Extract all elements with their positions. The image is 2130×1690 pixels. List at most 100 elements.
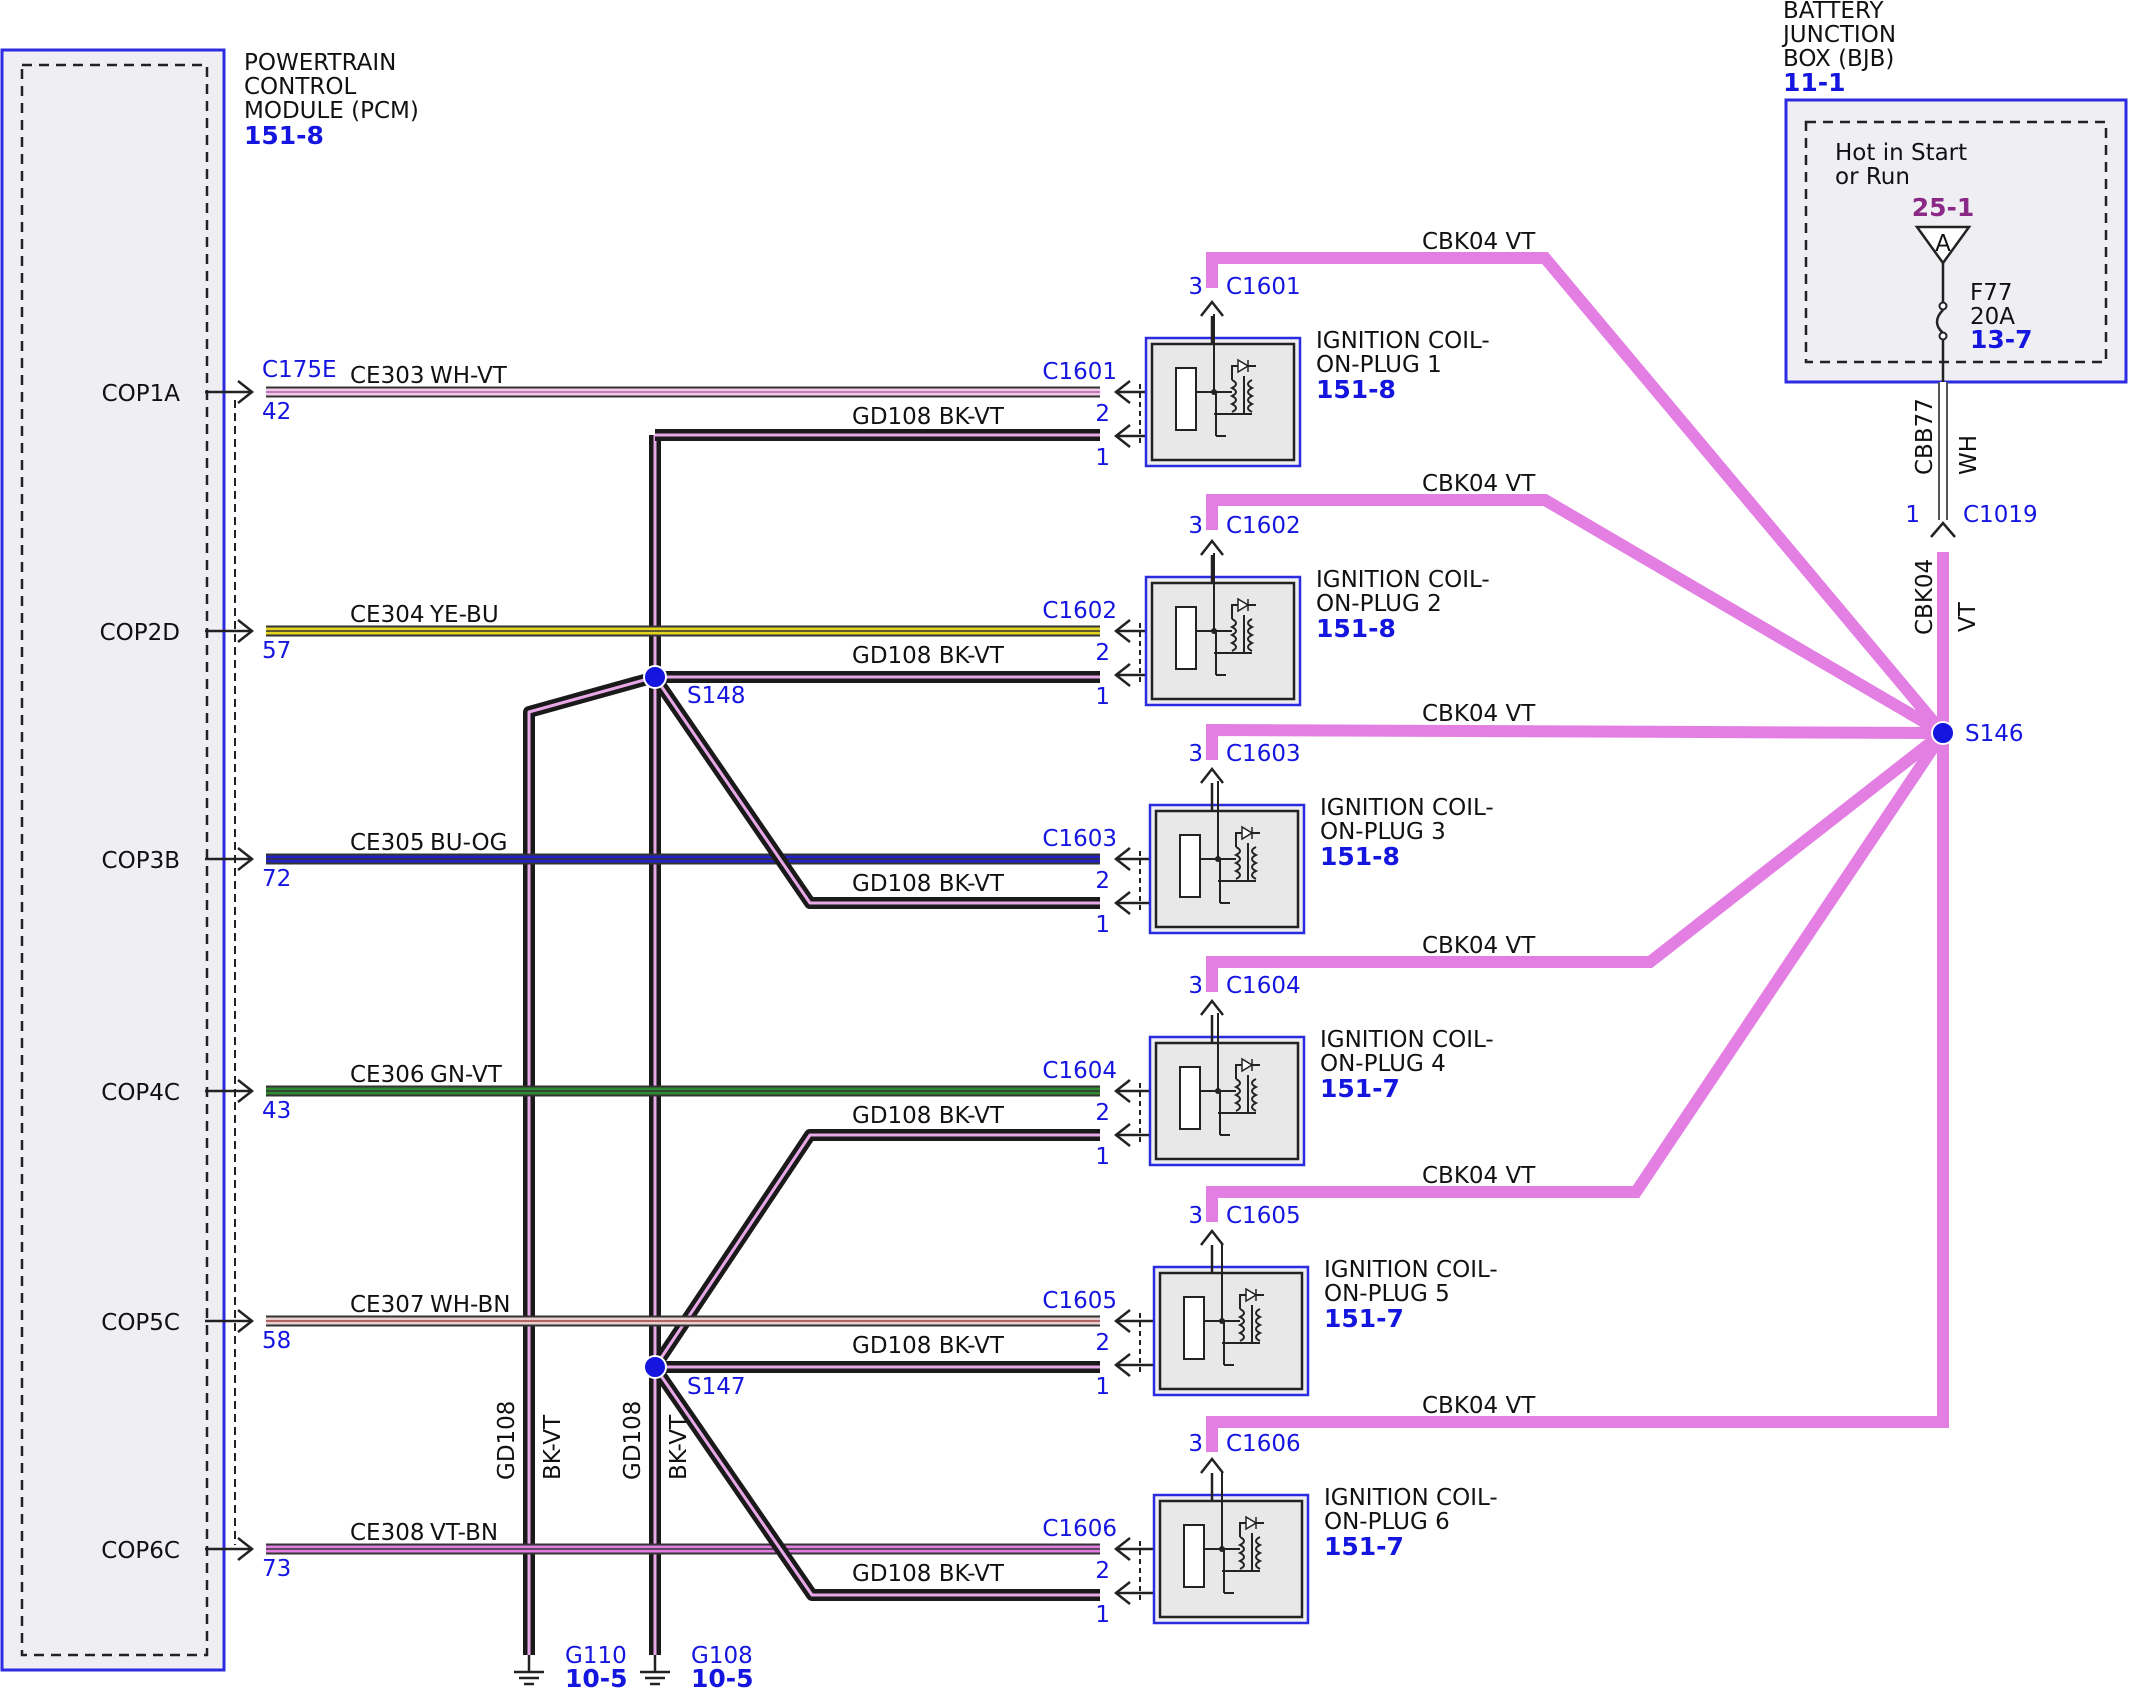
g110-trunk-circuit: GD108 <box>494 1401 520 1480</box>
pcm-signal-cop4: COP4C <box>101 1080 180 1106</box>
ignition-coil-2[interactable] <box>1144 553 1302 707</box>
wire-ce306-color: GN-VT <box>430 1062 503 1088</box>
ground-trunk-g110[interactable] <box>523 671 657 1655</box>
coil-1-name-line-1: IGNITION COIL- <box>1316 328 1490 354</box>
wire-ce307-color: WH-BN <box>430 1292 511 1318</box>
ground-g108-ref[interactable]: 10-5 <box>691 1664 754 1690</box>
connector-c1604-power-label[interactable]: C1604 <box>1226 973 1301 999</box>
coil-2-ref[interactable]: 151-8 <box>1316 614 1396 643</box>
ground-g110-ref[interactable]: 10-5 <box>565 1664 628 1690</box>
connector-c1606-power-label[interactable]: C1606 <box>1226 1431 1301 1457</box>
splice-s148-dot[interactable] <box>643 665 667 689</box>
pcm-signal-cop5: COP5C <box>101 1310 180 1336</box>
ground-g108-icon[interactable] <box>640 1655 670 1686</box>
wire-cbk04-1-label: CBK04 VT <box>1422 229 1536 255</box>
splice-s146-dot[interactable] <box>1931 721 1955 745</box>
connector-c1603-power-label[interactable]: C1603 <box>1226 741 1301 767</box>
wire-gd108-6-label: GD108 BK-VT <box>852 1561 1005 1587</box>
wire-gd108-5-label: GD108 BK-VT <box>852 1333 1005 1359</box>
wire-gd108-3-label: GD108 BK-VT <box>852 871 1005 897</box>
bjb-feed-ref[interactable]: 25-1 <box>1912 193 1975 222</box>
bjb-name-line-2: JUNCTION <box>1781 22 1896 48</box>
pcm-pin-2: 57 <box>262 638 291 664</box>
coil-5-name-line-1: IGNITION COIL- <box>1324 1257 1498 1283</box>
pcm-ref[interactable]: 151-8 <box>244 121 324 150</box>
pcm-signal-cop2: COP2D <box>100 620 180 646</box>
splice-s148-label[interactable]: S148 <box>687 683 746 709</box>
wire-cbk04-feed-circuit: CBK04 <box>1912 559 1938 635</box>
connector-c1603-signal-label[interactable]: C1603 <box>1042 826 1117 852</box>
coil-3-ref[interactable]: 151-8 <box>1320 842 1400 871</box>
wire-ce308-color: VT-BN <box>430 1520 498 1546</box>
pcm-name-line-2: CONTROL <box>244 74 357 100</box>
ignition-coil-6[interactable] <box>1152 1471 1310 1625</box>
coil-3-pin-signal: 2 <box>1095 868 1110 894</box>
wire-cbk04-2-label: CBK04 VT <box>1422 471 1536 497</box>
coil-4-pin-power: 3 <box>1188 973 1203 999</box>
connector-c1602-power-label[interactable]: C1602 <box>1226 513 1301 539</box>
ignition-coil-1[interactable] <box>1144 314 1302 468</box>
wire-gd108-3[interactable] <box>650 673 1100 909</box>
g110-trunk-color: BK-VT <box>540 1414 566 1480</box>
bjb-name-line-1: BATTERY <box>1783 0 1884 24</box>
splice-s146-label[interactable]: S146 <box>1965 721 2024 747</box>
wire-ce305-color: BU-OG <box>430 830 507 856</box>
wire-cbk04-feed-color: VT <box>1955 601 1981 632</box>
coil-3-pin-power: 3 <box>1188 741 1203 767</box>
pcm-pin-6: 73 <box>262 1556 291 1582</box>
connector-c1604-signal-label[interactable]: C1604 <box>1042 1058 1117 1084</box>
wire-cbk04-3-label: CBK04 VT <box>1422 701 1536 727</box>
fuse-ref[interactable]: 13-7 <box>1970 325 2033 354</box>
coil-4-ref[interactable]: 151-7 <box>1320 1074 1400 1103</box>
bjb-hot-line-1: Hot in Start <box>1835 140 1967 166</box>
connector-c1019-label[interactable]: C1019 <box>1963 502 2038 528</box>
coil-4-name-line-1: IGNITION COIL- <box>1320 1027 1494 1053</box>
coil-3-pin-ground: 1 <box>1095 912 1110 938</box>
coil-circuits: COP1A 42 CE303 WH-VT GD108 BK-VT C1601 2 1 3 C160… <box>100 229 1949 1628</box>
coil-6-pin-ground: 1 <box>1095 1602 1110 1628</box>
connector-c1601-signal-label[interactable]: C1601 <box>1042 359 1117 385</box>
pcm-name-line-1: POWERTRAIN <box>244 50 396 76</box>
connector-c1602-signal-label[interactable]: C1602 <box>1042 598 1117 624</box>
wire-ce308-circuit: CE308 <box>350 1520 425 1546</box>
ground-g110-icon[interactable] <box>514 1655 544 1686</box>
coil-5-pin-ground: 1 <box>1095 1374 1110 1400</box>
wire-ce304-color: YE-BU <box>429 602 499 628</box>
coil-5-ref[interactable]: 151-7 <box>1324 1304 1404 1333</box>
wire-ce305-circuit: CE305 <box>350 830 425 856</box>
wire-ce303-color: WH-VT <box>430 363 508 389</box>
connector-c1605-power-label[interactable]: C1605 <box>1226 1203 1301 1229</box>
coil-1-ref[interactable]: 151-8 <box>1316 375 1396 404</box>
connector-c1606-signal-label[interactable]: C1606 <box>1042 1516 1117 1542</box>
connector-c1601-power-label[interactable]: C1601 <box>1226 274 1301 300</box>
connector-c1603-power-arrow <box>1200 766 1224 784</box>
pcm-signal-cop3: COP3B <box>102 848 180 874</box>
ignition-coil-5[interactable] <box>1152 1243 1310 1397</box>
coil-2-name-line-1: IGNITION COIL- <box>1316 567 1490 593</box>
connector-c1605-signal-label[interactable]: C1605 <box>1042 1288 1117 1314</box>
connector-c1606-power-arrow <box>1200 1456 1224 1474</box>
splice-s147-dot[interactable] <box>643 1355 667 1379</box>
bjb-ref[interactable]: 11-1 <box>1783 68 1846 97</box>
wire-cbk04-6-label: CBK04 VT <box>1422 1393 1536 1419</box>
coil-1-pin-power: 3 <box>1188 274 1203 300</box>
coil-5-pin-power: 3 <box>1188 1203 1203 1229</box>
coil-2-pin-ground: 1 <box>1095 684 1110 710</box>
wire-cbk04-5-label: CBK04 VT <box>1422 1163 1536 1189</box>
wiring-diagram: POWERTRAIN CONTROL MODULE (PCM) 151-8 C1… <box>0 0 2128 1690</box>
pcm-pin-3: 72 <box>262 866 291 892</box>
coil-4-pin-ground: 1 <box>1095 1144 1110 1170</box>
splice-s147-label[interactable]: S147 <box>687 1374 746 1400</box>
wire-gd108-4-label: GD108 BK-VT <box>852 1103 1005 1129</box>
coil-6-ref[interactable]: 151-7 <box>1324 1532 1404 1561</box>
ignition-coil-3[interactable] <box>1148 781 1306 935</box>
pcm-signal-cop1: COP1A <box>102 381 181 407</box>
wire-cbk04-4-label: CBK04 VT <box>1422 933 1536 959</box>
wire-cbk04-3[interactable] <box>1206 723 1944 760</box>
pcm-connector-label[interactable]: C175E <box>262 357 337 383</box>
ignition-coil-4[interactable] <box>1148 1013 1306 1167</box>
connector-c1605-power-arrow <box>1200 1228 1224 1246</box>
wire-cbb77-circuit: CBB77 <box>1912 398 1938 475</box>
wire-ce307-circuit: CE307 <box>350 1292 425 1318</box>
connector-c1019-icon <box>1930 521 1956 538</box>
